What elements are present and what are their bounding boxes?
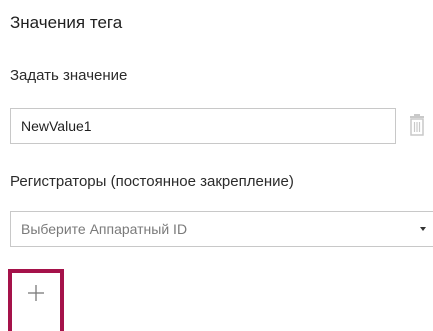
hardware-id-placeholder: Выберите Аппаратный ID — [21, 221, 188, 237]
set-value-label: Задать значение — [10, 67, 128, 84]
panel-title: Значения тега — [10, 13, 123, 32]
registrators-label: Регистраторы (постоянное закрепление) — [10, 173, 294, 190]
hardware-id-select[interactable]: Выберите Аппаратный ID — [10, 211, 433, 247]
trash-icon[interactable] — [409, 114, 425, 136]
chevron-down-icon — [420, 227, 426, 231]
add-button[interactable] — [8, 269, 64, 331]
tag-value-input[interactable] — [10, 108, 396, 144]
plus-icon — [25, 282, 47, 304]
